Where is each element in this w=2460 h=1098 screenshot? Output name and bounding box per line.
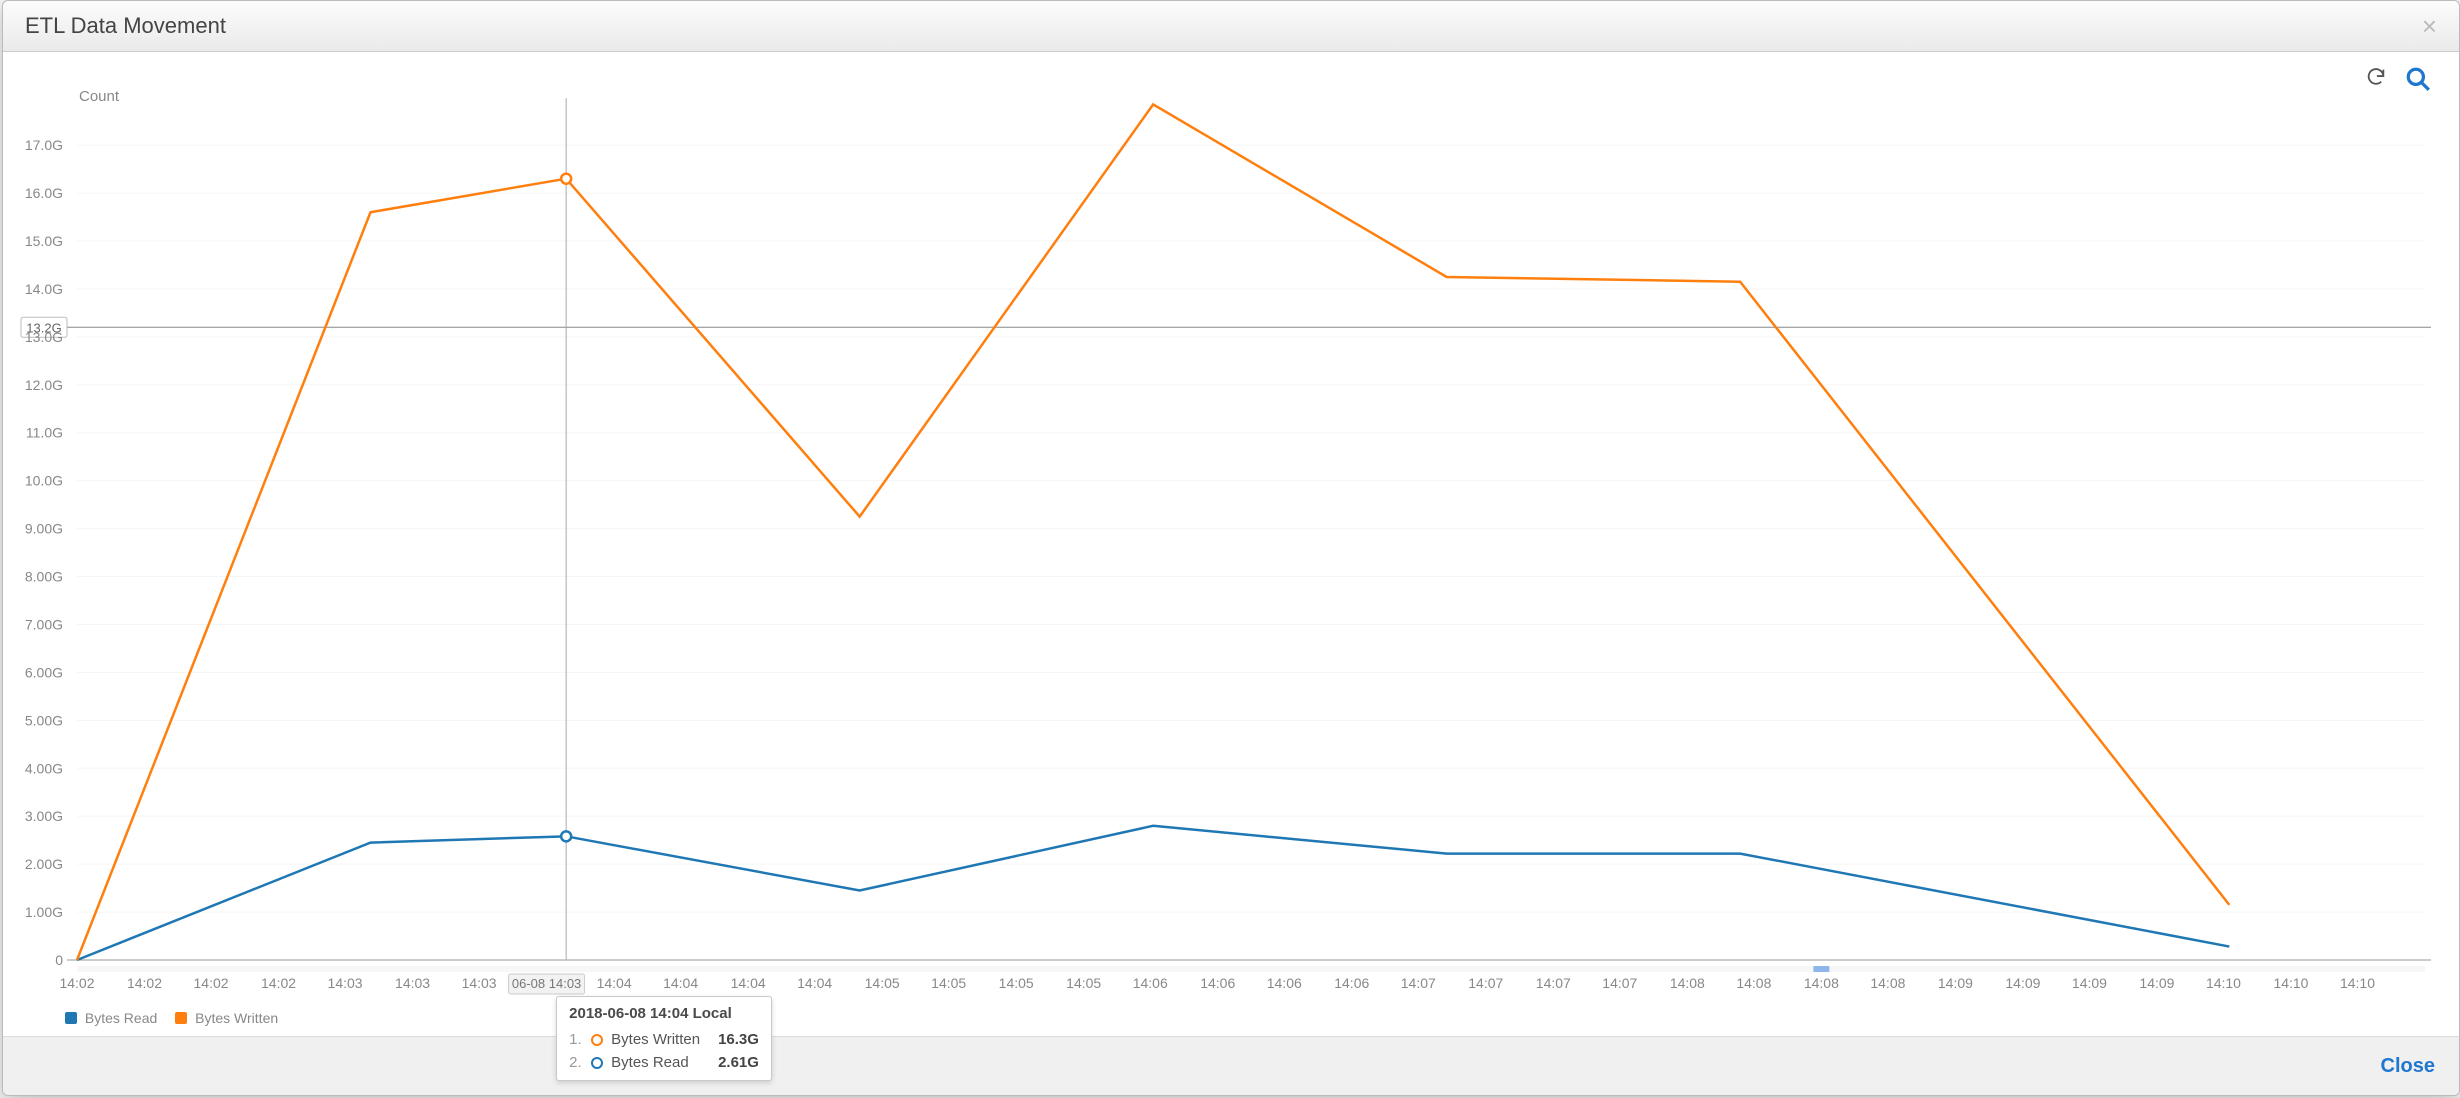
svg-text:2.00G: 2.00G xyxy=(25,856,63,872)
close-button[interactable]: Close xyxy=(2381,1055,2435,1078)
svg-text:16.0G: 16.0G xyxy=(25,185,63,201)
legend-label: Bytes Read xyxy=(85,1010,157,1026)
svg-text:15.0G: 15.0G xyxy=(25,233,63,249)
legend-item-bytes-written[interactable]: Bytes Written xyxy=(175,1010,278,1026)
legend: Bytes Read Bytes Written xyxy=(65,1010,278,1026)
chart-modal: ETL Data Movement × Count 13.2G01.00G2.0… xyxy=(2,0,2460,1096)
legend-swatch-icon xyxy=(175,1012,187,1024)
chart-area[interactable]: Count 13.2G01.00G2.00G3.00G4.00G5.00G6.0… xyxy=(17,62,2445,1030)
svg-text:14:03: 14:03 xyxy=(395,975,430,991)
svg-text:14:02: 14:02 xyxy=(194,975,229,991)
tooltip-series-name: Bytes Written xyxy=(611,1031,700,1048)
svg-text:14:04: 14:04 xyxy=(663,975,698,991)
tooltip-row: 2. Bytes Read 2.61G xyxy=(569,1051,759,1074)
svg-text:14:05: 14:05 xyxy=(1066,975,1101,991)
svg-text:14:06: 14:06 xyxy=(1334,975,1369,991)
svg-text:10.0G: 10.0G xyxy=(25,473,63,489)
svg-text:14:04: 14:04 xyxy=(797,975,832,991)
line-chart-svg: 13.2G01.00G2.00G3.00G4.00G5.00G6.00G7.00… xyxy=(17,62,2445,1030)
tooltip-row: 1. Bytes Written 16.3G xyxy=(569,1028,759,1051)
tooltip-series-name: Bytes Read xyxy=(611,1054,700,1071)
svg-text:4.00G: 4.00G xyxy=(25,760,63,776)
svg-text:12.0G: 12.0G xyxy=(25,377,63,393)
svg-text:17.0G: 17.0G xyxy=(25,137,63,153)
svg-text:14:10: 14:10 xyxy=(2273,975,2308,991)
svg-text:14:06: 14:06 xyxy=(1133,975,1168,991)
tooltip-series-value: 16.3G xyxy=(718,1031,759,1048)
svg-text:7.00G: 7.00G xyxy=(25,616,63,632)
svg-text:14:04: 14:04 xyxy=(597,975,632,991)
svg-text:14:06: 14:06 xyxy=(1267,975,1302,991)
svg-text:14:07: 14:07 xyxy=(1602,975,1637,991)
svg-text:14:08: 14:08 xyxy=(1870,975,1905,991)
tooltip-dot-icon xyxy=(591,1034,603,1046)
svg-text:5.00G: 5.00G xyxy=(25,712,63,728)
svg-text:14:08: 14:08 xyxy=(1670,975,1705,991)
svg-text:14:09: 14:09 xyxy=(1938,975,1973,991)
tooltip-dot-icon xyxy=(591,1057,603,1069)
tooltip-index: 1. xyxy=(569,1031,583,1048)
svg-text:14:07: 14:07 xyxy=(1401,975,1436,991)
hover-tooltip: 2018-06-08 14:04 Local 1. Bytes Written … xyxy=(556,996,772,1081)
svg-text:14:03: 14:03 xyxy=(328,975,363,991)
svg-text:13.0G: 13.0G xyxy=(25,329,63,345)
tooltip-series-value: 2.61G xyxy=(718,1054,759,1071)
svg-text:14:05: 14:05 xyxy=(931,975,966,991)
svg-text:14:05: 14:05 xyxy=(999,975,1034,991)
svg-text:14:05: 14:05 xyxy=(865,975,900,991)
svg-text:14:09: 14:09 xyxy=(2139,975,2174,991)
svg-text:9.00G: 9.00G xyxy=(25,521,63,537)
svg-text:14:08: 14:08 xyxy=(1736,975,1771,991)
svg-text:14:03: 14:03 xyxy=(462,975,497,991)
svg-text:06-08 14:03: 06-08 14:03 xyxy=(512,976,581,991)
svg-text:6.00G: 6.00G xyxy=(25,664,63,680)
svg-text:0: 0 xyxy=(55,952,63,968)
svg-text:14:07: 14:07 xyxy=(1536,975,1571,991)
legend-swatch-icon xyxy=(65,1012,77,1024)
svg-text:14:02: 14:02 xyxy=(127,975,162,991)
modal-header: ETL Data Movement × xyxy=(3,1,2459,52)
svg-text:14:02: 14:02 xyxy=(59,975,94,991)
svg-text:3.00G: 3.00G xyxy=(25,808,63,824)
svg-text:14:09: 14:09 xyxy=(2005,975,2040,991)
svg-text:14:10: 14:10 xyxy=(2340,975,2375,991)
svg-text:14:04: 14:04 xyxy=(731,975,766,991)
svg-text:14:08: 14:08 xyxy=(1804,975,1839,991)
svg-text:14:10: 14:10 xyxy=(2206,975,2241,991)
tooltip-index: 2. xyxy=(569,1054,583,1071)
close-icon[interactable]: × xyxy=(2422,13,2437,39)
svg-text:14:02: 14:02 xyxy=(261,975,296,991)
modal-body: Count 13.2G01.00G2.00G3.00G4.00G5.00G6.0… xyxy=(3,52,2459,1036)
svg-text:8.00G: 8.00G xyxy=(25,569,63,585)
tooltip-title: 2018-06-08 14:04 Local xyxy=(569,1005,759,1022)
svg-text:14.0G: 14.0G xyxy=(25,281,63,297)
svg-text:14:09: 14:09 xyxy=(2072,975,2107,991)
svg-text:14:06: 14:06 xyxy=(1200,975,1235,991)
svg-text:11.0G: 11.0G xyxy=(26,425,63,441)
modal-footer: Close xyxy=(3,1036,2459,1095)
svg-text:14:07: 14:07 xyxy=(1468,975,1503,991)
svg-text:1.00G: 1.00G xyxy=(25,904,63,920)
legend-label: Bytes Written xyxy=(195,1010,278,1026)
modal-title: ETL Data Movement xyxy=(25,13,226,39)
legend-item-bytes-read[interactable]: Bytes Read xyxy=(65,1010,157,1026)
